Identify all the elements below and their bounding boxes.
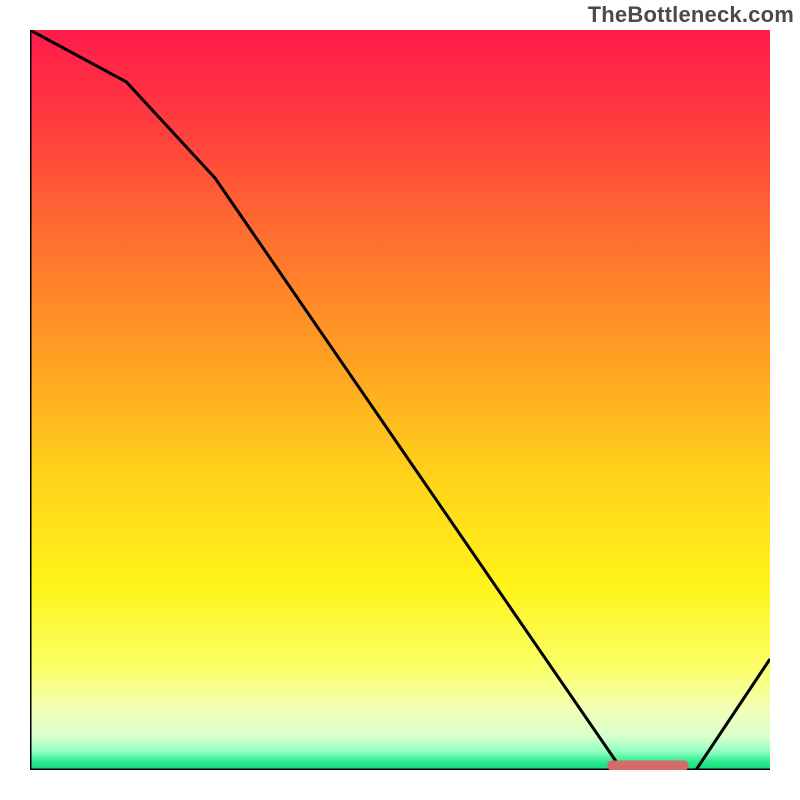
- plot-area: [30, 30, 770, 770]
- optimal-range-marker: [607, 761, 688, 770]
- watermark-text: TheBottleneck.com: [588, 2, 794, 28]
- chart-svg: [30, 30, 770, 770]
- gradient-background: [30, 30, 770, 770]
- chart-stage: TheBottleneck.com: [0, 0, 800, 800]
